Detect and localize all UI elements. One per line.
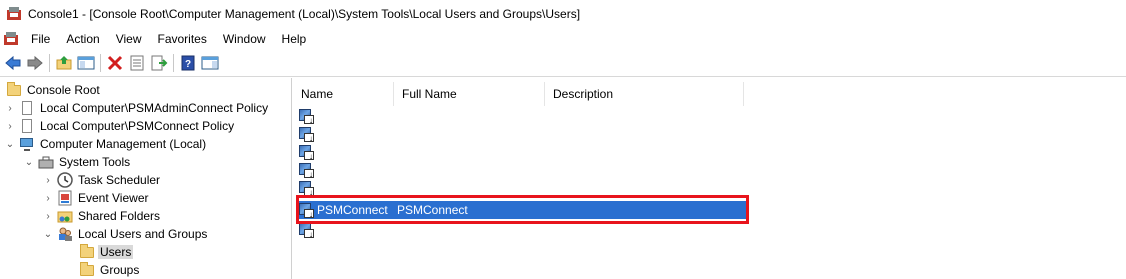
- user-name-cell: PSMConnect: [317, 203, 388, 217]
- list-header: Name Full Name Description: [293, 82, 744, 106]
- user-icon: [297, 180, 314, 197]
- policy-icon: [19, 100, 35, 116]
- chevron-right-icon[interactable]: ›: [5, 117, 15, 135]
- menu-favorites[interactable]: Favorites: [150, 29, 215, 49]
- user-icon: [297, 144, 314, 161]
- tree-item-users[interactable]: Users: [75, 243, 134, 261]
- mmc-app-icon: [6, 6, 22, 22]
- tree-item-task-scheduler[interactable]: › Task Scheduler: [43, 171, 162, 189]
- folder-icon: [79, 244, 95, 260]
- tree-item-console-root[interactable]: Console Root: [2, 81, 102, 99]
- chevron-down-icon[interactable]: ⌄: [43, 225, 53, 243]
- computer-management-icon: [19, 136, 35, 152]
- tree-item-groups[interactable]: Groups: [75, 261, 141, 279]
- tree-item-label: Local Computer\PSMConnect Policy: [40, 119, 235, 133]
- users-groups-icon: [57, 226, 73, 242]
- export-list-icon[interactable]: [148, 52, 170, 74]
- title-bar: Console1 - [Console Root\Computer Manage…: [0, 0, 1126, 28]
- user-icon: [297, 202, 314, 219]
- chevron-down-icon[interactable]: ⌄: [5, 135, 15, 153]
- tree-item-label: Task Scheduler: [78, 173, 161, 187]
- column-header-full-name[interactable]: Full Name: [394, 82, 545, 106]
- svg-text:?: ?: [185, 59, 191, 70]
- list-item-user[interactable]: [297, 107, 314, 125]
- tree-item-label: Users: [98, 245, 134, 259]
- list-item-user[interactable]: [297, 161, 314, 179]
- tree-item-psmadminconnect-policy[interactable]: › Local Computer\PSMAdminConnect Policy: [5, 99, 270, 117]
- tree-item-label: Computer Management (Local): [40, 137, 207, 151]
- menu-file[interactable]: File: [23, 29, 58, 49]
- tree-item-label: System Tools: [59, 155, 131, 169]
- folder-icon: [79, 262, 95, 278]
- system-tools-icon: [38, 154, 54, 170]
- chevron-right-icon[interactable]: ›: [43, 207, 53, 225]
- tree-item-event-viewer[interactable]: › Event Viewer: [43, 189, 150, 207]
- tree-item-label: Local Users and Groups: [78, 227, 208, 241]
- chevron-right-icon[interactable]: ›: [5, 99, 15, 117]
- shared-folders-icon: [57, 208, 73, 224]
- tree-item-label: Local Computer\PSMAdminConnect Policy: [40, 101, 269, 115]
- list-item-user[interactable]: [297, 221, 314, 239]
- toolbar-separator: [173, 54, 174, 72]
- tree-item-label: Console Root: [27, 83, 100, 97]
- chevron-right-icon[interactable]: ›: [43, 189, 53, 207]
- tree-item-computer-management[interactable]: ⌄ Computer Management (Local): [5, 135, 208, 153]
- menu-help[interactable]: Help: [274, 29, 315, 49]
- tree-item-system-tools[interactable]: ⌄ System Tools: [24, 153, 132, 171]
- show-hide-tree-icon[interactable]: [75, 52, 97, 74]
- window-title: Console1 - [Console Root\Computer Manage…: [28, 7, 581, 21]
- policy-icon: [19, 118, 35, 134]
- list-item-psmconnect[interactable]: PSMConnect PSMConnect: [297, 201, 746, 219]
- column-header-name[interactable]: Name: [293, 82, 394, 106]
- menu-view[interactable]: View: [108, 29, 150, 49]
- toolbar-separator: [49, 54, 50, 72]
- folder-icon: [6, 82, 22, 98]
- clock-icon: [57, 172, 73, 188]
- chevron-right-icon[interactable]: ›: [43, 171, 53, 189]
- properties-icon[interactable]: [126, 52, 148, 74]
- menu-bar: File Action View Favorites Window Help: [0, 28, 1126, 50]
- user-icon: [297, 162, 314, 179]
- list-item-user[interactable]: [297, 179, 314, 197]
- user-disabled-icon: [297, 108, 314, 125]
- menu-window[interactable]: Window: [215, 29, 274, 49]
- user-disabled-icon: [297, 222, 314, 239]
- result-list: Name Full Name Description PSMConnect PS…: [293, 78, 1126, 279]
- back-arrow-icon[interactable]: [2, 52, 24, 74]
- toolbar: ?: [0, 50, 1126, 77]
- tree-item-psmconnect-policy[interactable]: › Local Computer\PSMConnect Policy: [5, 117, 236, 135]
- user-full-name-cell: PSMConnect: [397, 203, 468, 217]
- console-tree: Console Root › Local Computer\PSMAdminCo…: [0, 78, 292, 279]
- tree-item-label: Event Viewer: [78, 191, 149, 205]
- tree-item-label: Groups: [100, 263, 140, 277]
- delete-icon[interactable]: [104, 52, 126, 74]
- user-icon: [297, 126, 314, 143]
- list-item-user[interactable]: [297, 125, 314, 143]
- tree-item-local-users-and-groups[interactable]: ⌄ Local Users and Groups: [43, 225, 209, 243]
- tree-item-label: Shared Folders: [78, 209, 161, 223]
- event-viewer-icon: [57, 190, 73, 206]
- action-pane-icon[interactable]: [199, 52, 221, 74]
- menu-action[interactable]: Action: [58, 29, 107, 49]
- up-folder-icon[interactable]: [53, 52, 75, 74]
- forward-arrow-icon[interactable]: [24, 52, 46, 74]
- toolbar-separator: [100, 54, 101, 72]
- tree-item-shared-folders[interactable]: › Shared Folders: [43, 207, 162, 225]
- column-header-description[interactable]: Description: [545, 82, 744, 106]
- list-item-user[interactable]: [297, 143, 314, 161]
- chevron-down-icon[interactable]: ⌄: [24, 153, 34, 171]
- console-menu-icon[interactable]: [3, 31, 19, 47]
- help-icon[interactable]: ?: [177, 52, 199, 74]
